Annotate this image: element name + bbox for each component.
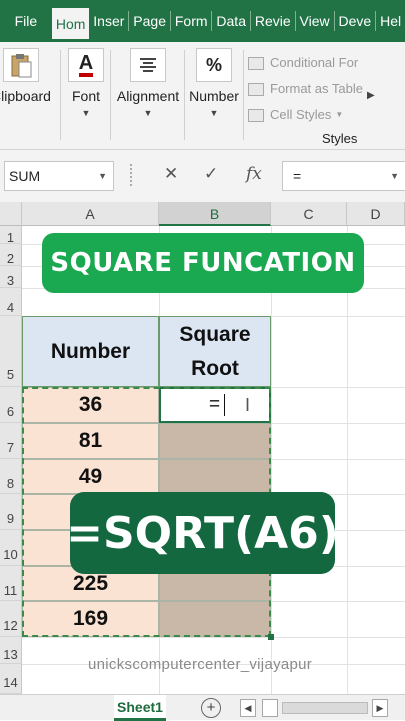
sheet-tab[interactable]: Sheet1 bbox=[114, 695, 166, 721]
row-header[interactable]: 8 bbox=[0, 459, 22, 494]
formula-input[interactable]: = ▼ bbox=[282, 161, 405, 191]
row-header[interactable]: 4 bbox=[0, 288, 22, 316]
scroll-left-icon[interactable]: ◀ bbox=[240, 699, 256, 717]
number-group[interactable]: % Number ▼ bbox=[187, 48, 241, 118]
conditional-formatting-icon bbox=[248, 56, 264, 70]
number-cell[interactable]: 81 bbox=[22, 423, 159, 459]
active-cell-b6[interactable]: = I bbox=[159, 387, 271, 423]
chevron-down-icon: ▼ bbox=[209, 108, 219, 118]
number-cell[interactable]: 36 bbox=[22, 387, 159, 423]
row-header[interactable]: 11 bbox=[0, 566, 22, 601]
gridline bbox=[347, 226, 348, 694]
header-cell-square-root[interactable]: Square Root bbox=[159, 316, 271, 387]
row-header[interactable]: 1 bbox=[0, 226, 22, 245]
cell-styles-button[interactable]: Cell Styles ▼ bbox=[248, 102, 363, 128]
group-divider bbox=[243, 50, 244, 140]
tab-review[interactable]: Revie bbox=[251, 0, 295, 42]
scroll-right-icon[interactable]: ▶ bbox=[372, 699, 388, 717]
tab-page-layout[interactable]: Page bbox=[129, 0, 170, 42]
i-beam-cursor-icon: I bbox=[245, 395, 251, 415]
font-label: Font bbox=[71, 88, 100, 104]
add-sheet-icon[interactable]: + bbox=[201, 698, 221, 718]
tab-home[interactable]: Hom bbox=[51, 8, 90, 42]
number-cell[interactable]: 169 bbox=[22, 601, 159, 637]
tab-developer[interactable]: Deve bbox=[335, 0, 376, 42]
gridline bbox=[271, 226, 272, 694]
horizontal-scrollbar[interactable] bbox=[282, 702, 368, 714]
select-all-corner[interactable] bbox=[0, 202, 22, 226]
root-cell[interactable] bbox=[159, 459, 271, 494]
row-header[interactable]: 9 bbox=[0, 494, 22, 530]
formula-bar-grip bbox=[130, 164, 132, 186]
tab-help[interactable]: Hel bbox=[376, 0, 405, 42]
chevron-down-icon: ▼ bbox=[143, 108, 153, 118]
scroll-handle[interactable] bbox=[262, 699, 278, 717]
ribbon: Clipboard A Font ▼ Alignment ▼ % Number … bbox=[0, 42, 405, 150]
sheet-tab-bar: Sheet1 + ◀ ▶ bbox=[0, 694, 405, 721]
column-header-d[interactable]: D bbox=[347, 202, 405, 226]
alignment-label: Alignment bbox=[116, 88, 180, 104]
row-header[interactable]: 12 bbox=[0, 601, 22, 637]
title-banner: SQUARE FUNCATION bbox=[42, 233, 364, 293]
chevron-down-icon: ▼ bbox=[81, 108, 91, 118]
row-header[interactable]: 3 bbox=[0, 266, 22, 288]
tab-file[interactable]: File bbox=[0, 0, 52, 42]
tab-formulas[interactable]: Form bbox=[171, 0, 212, 42]
root-cell[interactable] bbox=[159, 601, 271, 637]
clipboard-group[interactable]: Clipboard bbox=[0, 48, 52, 104]
tab-insert[interactable]: Inser bbox=[89, 0, 128, 42]
fill-handle[interactable] bbox=[268, 634, 274, 640]
enter-icon[interactable]: ✓ bbox=[204, 164, 218, 184]
format-as-table-button[interactable]: Format as Table bbox=[248, 76, 363, 102]
name-box[interactable]: SUM ▼ bbox=[4, 161, 114, 191]
row-header[interactable]: 13 bbox=[0, 637, 22, 664]
header-root-line1: Square bbox=[179, 322, 251, 346]
group-divider bbox=[110, 50, 111, 140]
clipboard-icon bbox=[3, 48, 39, 82]
row-header[interactable]: 10 bbox=[0, 530, 22, 566]
gridline bbox=[22, 637, 405, 638]
group-divider bbox=[60, 50, 61, 140]
chevron-down-icon: ▼ bbox=[98, 171, 107, 181]
conditional-formatting-button[interactable]: Conditional For bbox=[248, 50, 363, 76]
header-root-line2: Root bbox=[191, 356, 239, 380]
styles-list: Conditional For Format as Table Cell Sty… bbox=[248, 50, 363, 128]
root-cell[interactable] bbox=[159, 423, 271, 459]
chevron-right-icon[interactable]: ▶ bbox=[367, 90, 375, 101]
formula-badge: =SQRT(A6) bbox=[66, 492, 339, 574]
align-center-icon bbox=[130, 48, 166, 82]
row-header[interactable]: 7 bbox=[0, 423, 22, 459]
percent-icon: % bbox=[196, 48, 232, 82]
row-header[interactable]: 14 bbox=[0, 664, 22, 694]
header-cell-number[interactable]: Number bbox=[22, 316, 159, 387]
tab-view[interactable]: View bbox=[296, 0, 334, 42]
alignment-group[interactable]: Alignment ▼ bbox=[114, 48, 182, 118]
watermark: unickscomputercenter_vijayapur bbox=[88, 656, 313, 673]
row-header[interactable]: 5 bbox=[0, 316, 22, 387]
table-icon bbox=[248, 82, 264, 96]
group-divider bbox=[184, 50, 185, 140]
active-cell-text: = bbox=[209, 394, 221, 415]
formula-bar: SUM ▼ ✕ ✓ fx = ▼ bbox=[0, 150, 405, 202]
number-cell[interactable]: 49 bbox=[22, 459, 159, 494]
ribbon-tab-bar: File Hom Inser Page Form Data Revie View… bbox=[0, 0, 405, 42]
insert-function-icon[interactable]: fx bbox=[246, 164, 262, 184]
row-header[interactable]: 6 bbox=[0, 387, 22, 423]
column-header-a[interactable]: A bbox=[22, 202, 159, 226]
column-header-b[interactable]: B bbox=[159, 202, 271, 226]
column-header-c[interactable]: C bbox=[271, 202, 347, 226]
number-label: Number bbox=[189, 88, 239, 104]
font-group[interactable]: A Font ▼ bbox=[66, 48, 106, 118]
cancel-icon[interactable]: ✕ bbox=[164, 164, 178, 184]
clipboard-label: Clipboard bbox=[0, 88, 51, 104]
cell-styles-icon bbox=[248, 108, 264, 122]
styles-label: Styles bbox=[322, 131, 358, 146]
text-cursor bbox=[224, 394, 226, 416]
row-header[interactable]: 2 bbox=[0, 244, 22, 266]
chevron-down-icon: ▼ bbox=[390, 171, 399, 181]
font-icon: A bbox=[68, 48, 104, 82]
tab-data[interactable]: Data bbox=[212, 0, 249, 42]
